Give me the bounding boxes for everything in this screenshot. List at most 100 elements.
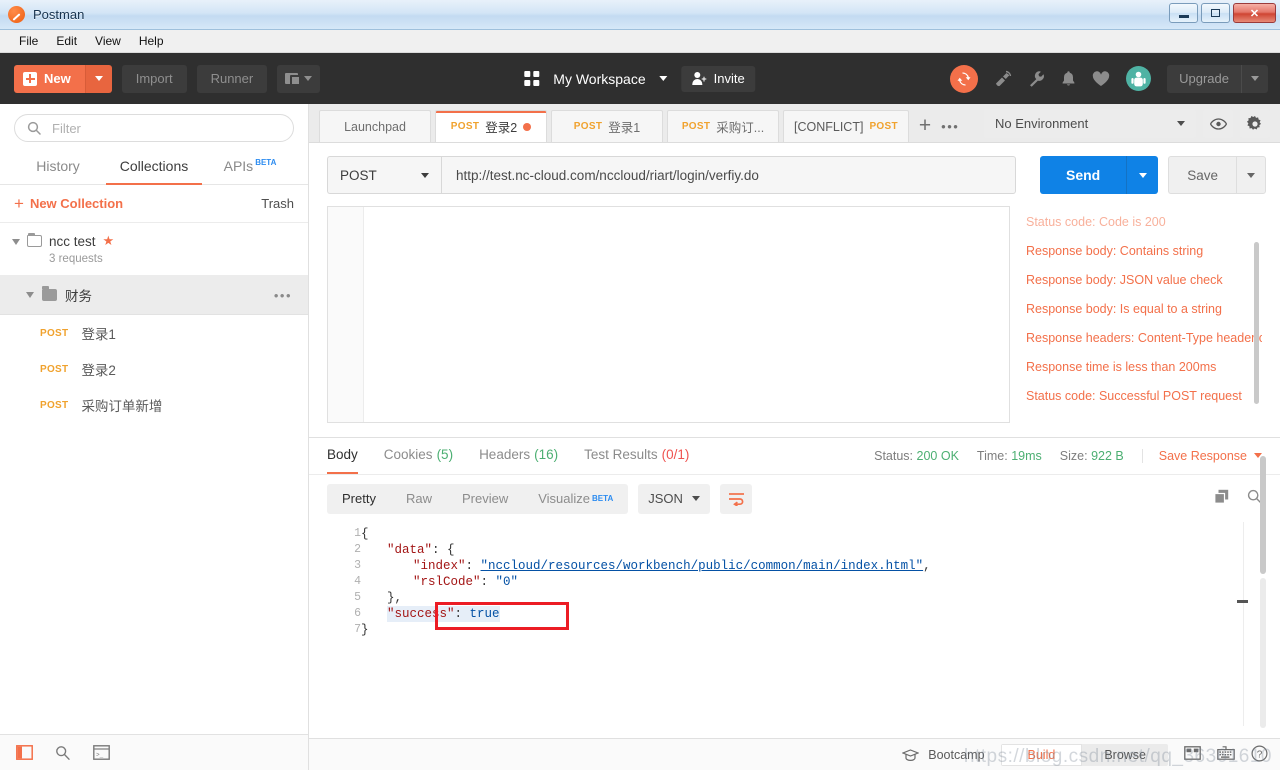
collapse-triangle-icon[interactable] — [12, 239, 20, 245]
http-method-select[interactable]: POST — [327, 156, 441, 194]
code-minimap-thumb[interactable] — [1237, 599, 1248, 603]
search-input[interactable] — [50, 119, 281, 137]
environment-select[interactable]: No Environment — [984, 109, 1196, 138]
bell-icon[interactable] — [1061, 70, 1076, 87]
tab-launchpad[interactable]: Launchpad — [319, 110, 431, 142]
save-dropdown-button[interactable] — [1236, 156, 1266, 194]
new-button-group[interactable]: New — [14, 64, 112, 93]
url-input[interactable] — [454, 166, 1003, 184]
snippets-scrollbar[interactable] — [1254, 242, 1259, 404]
collection-item-ncc-test[interactable]: ncc test ★ 3 requests — [0, 223, 308, 276]
send-button-group[interactable]: Send — [1039, 156, 1159, 194]
tab-denglu2[interactable]: POST 登录2 — [435, 110, 547, 142]
response-scrollbar-thumb[interactable] — [1260, 455, 1266, 574]
list-item[interactable]: POST 登录1 — [0, 315, 308, 351]
close-button[interactable]: ✕ — [1233, 3, 1276, 23]
sidebar-tab-apis[interactable]: APIs BETA — [202, 150, 298, 185]
send-dropdown-button[interactable] — [1126, 156, 1159, 194]
user-avatar[interactable] — [1126, 66, 1152, 91]
copy-button[interactable] — [1214, 489, 1229, 509]
menu-view[interactable]: View — [86, 32, 130, 50]
environment-quick-look-button[interactable] — [1203, 109, 1233, 138]
list-item[interactable]: Response body: JSON value check — [1026, 266, 1262, 295]
list-item[interactable]: POST 采购订单新增 — [0, 387, 308, 423]
code-lines[interactable]: { "data": { "index": "nccloud/resources/… — [361, 522, 1262, 739]
sidebar-toggle-icon[interactable] — [16, 745, 33, 760]
invite-button[interactable]: + Invite — [681, 65, 756, 92]
help-icon[interactable]: ? — [1251, 744, 1268, 765]
browse-button[interactable]: Browse — [1082, 743, 1168, 766]
save-response-button[interactable]: Save Response — [1141, 448, 1262, 463]
import-button[interactable]: Import — [121, 64, 187, 93]
wrap-lines-button[interactable] — [720, 483, 753, 514]
build-browse-toggle[interactable]: Build Browse — [1000, 743, 1168, 766]
view-mode-pretty[interactable]: Pretty — [327, 484, 391, 514]
build-button[interactable]: Build — [1000, 743, 1083, 766]
tab-test-results[interactable]: Test Results (0/1) — [584, 438, 689, 474]
code-token-url[interactable]: "nccloud/resources/workbench/public/comm… — [481, 559, 924, 573]
save-button[interactable]: Save — [1168, 156, 1236, 194]
tab-body[interactable]: Body — [327, 438, 358, 474]
tab-caigou[interactable]: POST 采购订... — [667, 110, 779, 142]
tab-headers[interactable]: Headers (16) — [479, 438, 558, 474]
new-button[interactable]: New — [14, 64, 85, 93]
upgrade-button[interactable]: Upgrade — [1167, 65, 1241, 93]
response-body-code[interactable]: 1 2 3 4 5 6 7 { "data": { "index": "nccl… — [309, 455, 1280, 739]
response-format-select[interactable]: JSON — [638, 483, 711, 514]
send-button[interactable]: Send — [1039, 156, 1127, 194]
folder-item-caiwu[interactable]: 财务 ••• — [0, 276, 308, 315]
keyboard-shortcuts-icon[interactable] — [1217, 746, 1235, 763]
view-mode-raw[interactable]: Raw — [391, 484, 447, 514]
url-field[interactable] — [441, 156, 1016, 194]
console-icon[interactable]: >_ — [93, 745, 110, 760]
find-icon[interactable] — [55, 745, 71, 761]
list-item[interactable]: Response headers: Content-Type header ch… — [1026, 324, 1262, 353]
runner-button[interactable]: Runner — [196, 64, 268, 93]
satellite-icon[interactable] — [994, 70, 1012, 87]
request-editor-split: Status code: Code is 200 Response body: … — [309, 206, 1280, 423]
view-mode-preview[interactable]: Preview — [447, 484, 523, 514]
sync-button[interactable] — [950, 64, 979, 93]
editor-text-area[interactable] — [364, 207, 1009, 422]
request-body-editor[interactable] — [327, 206, 1010, 423]
tab-cookies[interactable]: Cookies (5) — [384, 438, 453, 474]
heart-icon[interactable] — [1092, 70, 1110, 87]
workspace-name[interactable]: My Workspace — [553, 71, 645, 87]
minimize-button[interactable] — [1169, 3, 1198, 23]
menu-file[interactable]: File — [10, 32, 47, 50]
maximize-button[interactable] — [1201, 3, 1230, 23]
view-mode-visualize[interactable]: Visualize BETA — [523, 484, 628, 514]
upgrade-button-group[interactable]: Upgrade — [1167, 64, 1268, 93]
filter-box[interactable] — [14, 114, 294, 142]
list-item[interactable]: Response time is less than 200ms — [1026, 353, 1262, 382]
sidebar-tab-history[interactable]: History — [10, 150, 106, 185]
list-item[interactable]: POST 登录2 — [0, 351, 308, 387]
star-icon[interactable]: ★ — [103, 233, 115, 249]
wrench-icon[interactable] — [1028, 70, 1045, 87]
menu-help[interactable]: Help — [130, 32, 173, 50]
new-tab-button[interactable]: + — [913, 114, 941, 142]
new-collection-button[interactable]: + New Collection — [14, 195, 123, 212]
bootcamp-button[interactable]: Bootcamp — [902, 748, 985, 762]
list-item[interactable]: Status code: Code is 200 — [1026, 208, 1262, 237]
list-item[interactable]: Response body: Is equal to a string — [1026, 295, 1262, 324]
tab-denglu1[interactable]: POST 登录1 — [551, 110, 663, 142]
new-window-button[interactable] — [277, 64, 321, 93]
line-number: 1 — [354, 526, 361, 540]
upgrade-dropdown-button[interactable] — [1241, 64, 1268, 93]
new-dropdown-button[interactable] — [84, 64, 112, 93]
folder-collapse-triangle-icon[interactable] — [26, 292, 34, 298]
menu-edit[interactable]: Edit — [47, 32, 86, 50]
sidebar-tab-collections[interactable]: Collections — [106, 150, 202, 185]
list-item[interactable]: Response body: Contains string — [1026, 237, 1262, 266]
folder-more-icon[interactable]: ••• — [274, 288, 292, 303]
trash-button[interactable]: Trash — [261, 196, 294, 211]
workspace-chevron-down-icon[interactable] — [659, 76, 668, 81]
save-button-group[interactable]: Save — [1168, 156, 1266, 194]
tab-conflict[interactable]: [CONFLICT] POST — [783, 110, 909, 142]
two-pane-layout-icon[interactable] — [1184, 746, 1201, 763]
list-item[interactable]: Status code: Successful POST request — [1026, 382, 1262, 411]
settings-button[interactable] — [1240, 109, 1270, 138]
response-scrollbar-track[interactable] — [1260, 577, 1266, 728]
tab-more-button[interactable]: ••• — [941, 119, 965, 142]
